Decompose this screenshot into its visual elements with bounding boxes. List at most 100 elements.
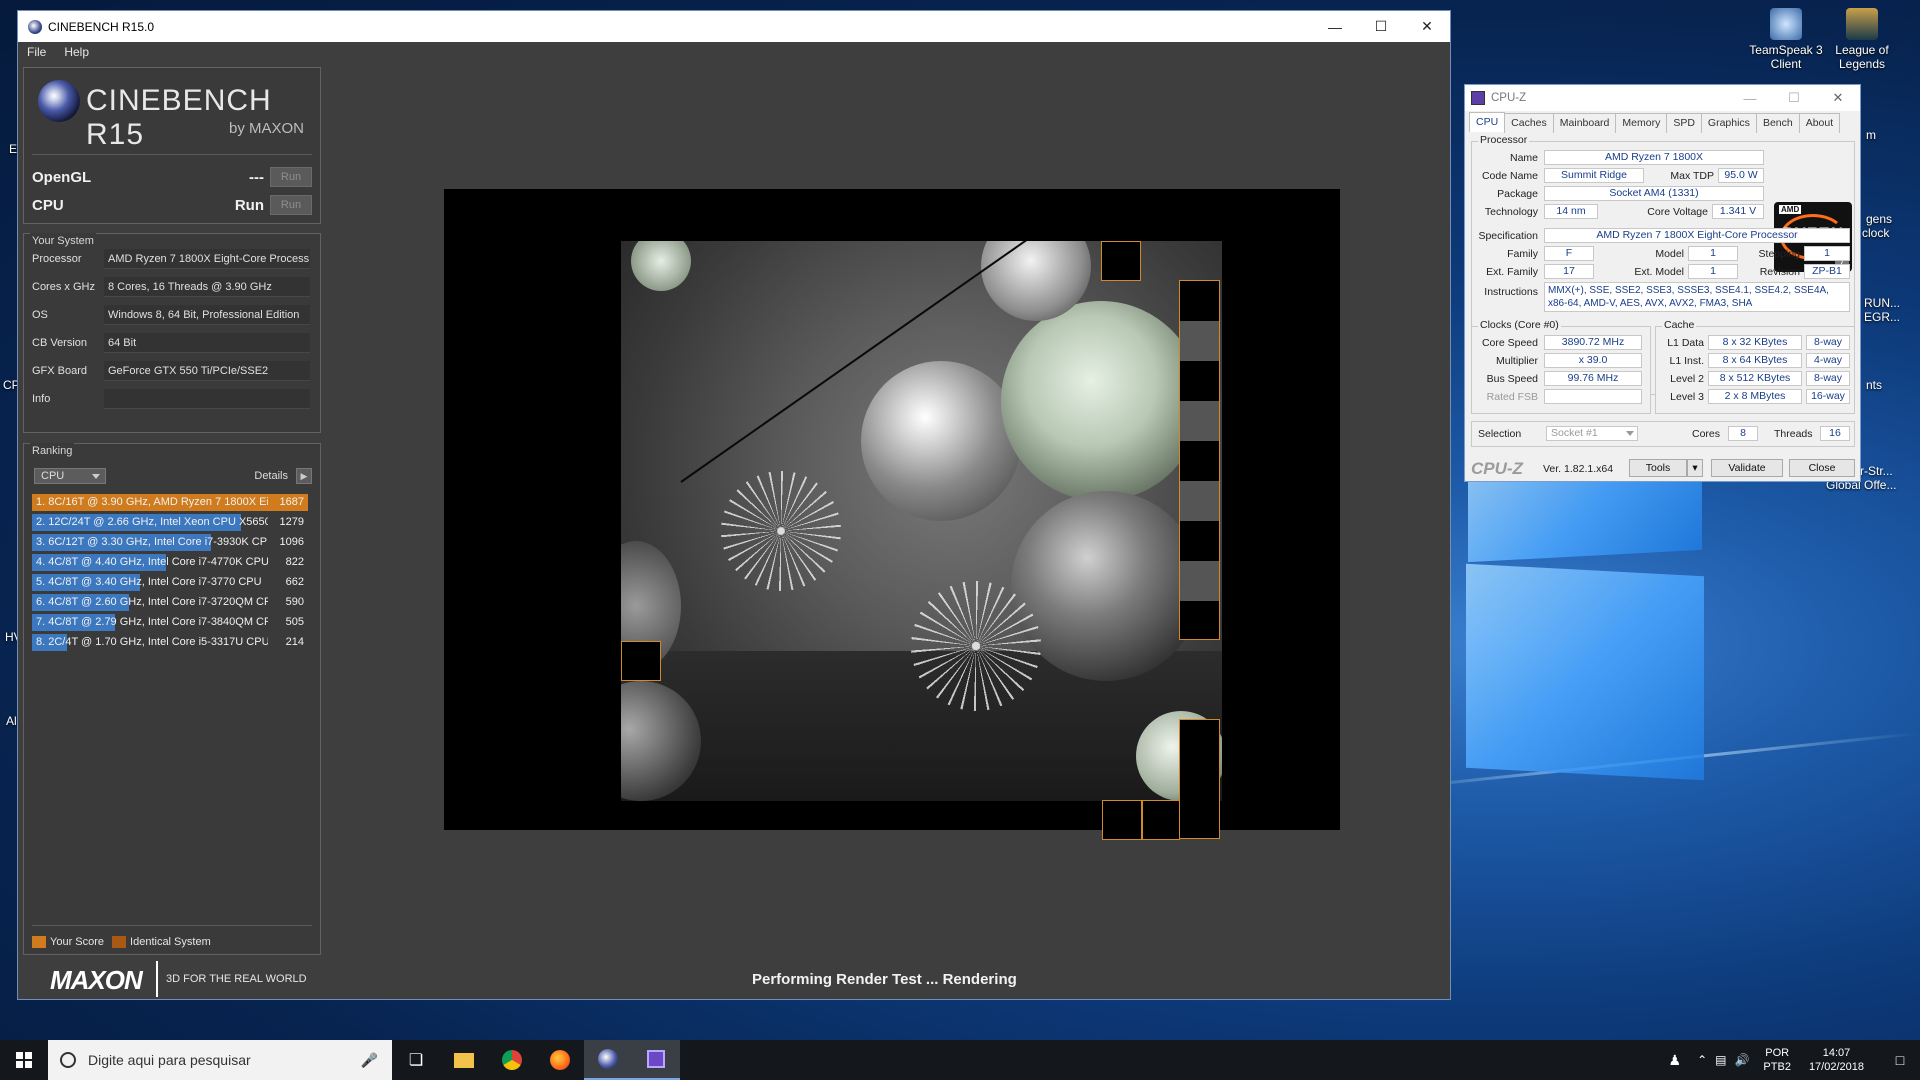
validate-button[interactable]: Validate	[1711, 459, 1783, 477]
group-title: Clocks (Core #0)	[1478, 319, 1561, 331]
tab-spd[interactable]: SPD	[1666, 113, 1702, 133]
sys-value: 64 Bit	[104, 333, 310, 353]
taskbar-search[interactable]: Digite aqui para pesquisar 🎤	[48, 1040, 392, 1080]
desktop-edge-label: gens	[1866, 212, 1893, 226]
close-dialog-button[interactable]: Close	[1789, 459, 1855, 477]
field-label: Name	[1509, 152, 1538, 164]
tab-memory[interactable]: Memory	[1615, 113, 1668, 133]
technology-value: 14 nm	[1544, 204, 1598, 219]
maximize-button[interactable]: ☐	[1772, 90, 1816, 106]
task-view-icon[interactable]: ❏	[392, 1040, 440, 1080]
info-field[interactable]	[104, 389, 310, 409]
desktop-icon-league[interactable]: League of Legends	[1820, 8, 1904, 71]
bench-value: ---	[249, 168, 264, 186]
language-indicator[interactable]: POR PTB2	[1763, 1046, 1791, 1074]
windows-icon	[16, 1052, 32, 1068]
minimize-button[interactable]: —	[1728, 91, 1772, 106]
cpuz-taskbar-icon[interactable]	[632, 1040, 680, 1080]
file-explorer-icon[interactable]	[440, 1040, 488, 1080]
cache-assoc-value: 4-way	[1806, 353, 1850, 368]
cinebench-logo-sub: by MAXON	[228, 120, 304, 137]
ranking-row[interactable]: 6. 4C/8T @ 2.60 GHz, Intel Core i7-3720Q…	[32, 594, 308, 611]
tab-graphics[interactable]: Graphics	[1700, 113, 1757, 133]
cinebench-taskbar-icon[interactable]	[584, 1040, 632, 1080]
window-title: CINEBENCH R15.0	[48, 19, 155, 34]
run-opengl-button[interactable]: Run	[270, 167, 312, 187]
cache-assoc-value: 16-way	[1806, 389, 1850, 404]
chevron-up-icon[interactable]: ⌃	[1697, 1053, 1707, 1067]
maximize-button[interactable]: ☐	[1358, 11, 1404, 42]
ranking-type-select[interactable]: CPU	[34, 468, 106, 484]
legend-label: Your Score	[50, 936, 105, 948]
menu-file[interactable]: File	[27, 45, 46, 59]
sys-row: CB Version 64 Bit	[32, 332, 310, 354]
firefox-icon[interactable]	[536, 1040, 584, 1080]
cache-level-label: Level 3	[1670, 391, 1704, 403]
cpuz-logo: CPU-Z	[1471, 459, 1523, 478]
cache-size-value: 8 x 64 KBytes	[1708, 353, 1802, 368]
field-label: Core Voltage	[1647, 206, 1708, 218]
tab-caches[interactable]: Caches	[1504, 113, 1554, 133]
cinebench-footer: MAXON 3D FOR THE REAL WORLD Performing R…	[18, 957, 1450, 999]
tab-mainboard[interactable]: Mainboard	[1552, 113, 1617, 133]
close-button[interactable]: ✕	[1816, 90, 1860, 106]
notifications-icon[interactable]: □	[1880, 1040, 1920, 1080]
tab-about[interactable]: About	[1798, 113, 1841, 133]
tools-button[interactable]: Tools	[1629, 459, 1687, 477]
identical-system-swatch	[112, 936, 127, 948]
render-bucket	[1102, 800, 1142, 840]
clocks-group: Clocks (Core #0) Core Speed 3890.72 MHz …	[1471, 319, 1651, 414]
menu-help[interactable]: Help	[64, 45, 89, 59]
ranking-row[interactable]: 7. 4C/8T @ 2.79 GHz, Intel Core i7-3840Q…	[32, 614, 308, 631]
cpuz-window: CPU-Z — ☐ ✕ CPU Caches Mainboard Memory …	[1464, 84, 1861, 482]
socket-select[interactable]: Socket #1	[1546, 426, 1638, 441]
cache-level-label: Level 2	[1670, 373, 1704, 385]
minimize-button[interactable]: —	[1312, 11, 1358, 42]
ext-family-value: 17	[1544, 264, 1594, 279]
tab-cpu[interactable]: CPU	[1469, 112, 1506, 132]
field-label: Model	[1655, 248, 1684, 260]
tools-dropdown-icon[interactable]: ▾	[1687, 459, 1703, 477]
desktop-edge-label: RUN...	[1864, 296, 1900, 310]
ranking-row[interactable]: 5. 4C/8T @ 3.40 GHz, Intel Core i7-3770 …	[32, 574, 308, 591]
sys-value: 8 Cores, 16 Threads @ 3.90 GHz	[104, 277, 310, 297]
sys-row: OS Windows 8, 64 Bit, Professional Editio…	[32, 304, 310, 326]
ranking-row[interactable]: 8. 2C/4T @ 1.70 GHz, Intel Core i5-3317U…	[32, 634, 308, 651]
sys-value: GeForce GTX 550 Ti/PCIe/SSE2	[104, 361, 310, 381]
ranking-row[interactable]: 4. 4C/8T @ 4.40 GHz, Intel Core i7-4770K…	[32, 554, 308, 571]
people-icon[interactable]: ♟	[1669, 1052, 1682, 1069]
sys-key: CB Version	[32, 337, 88, 349]
field-label: Ext. Model	[1634, 266, 1684, 278]
close-button[interactable]: ✕	[1404, 11, 1450, 42]
tab-bench[interactable]: Bench	[1755, 113, 1800, 133]
render-status: Performing Render Test ... Rendering	[752, 971, 1017, 988]
ranking-row[interactable]: 1. 8C/16T @ 3.90 GHz, AMD Ryzen 7 1800X …	[32, 494, 308, 511]
cache-size-value: 8 x 512 KBytes	[1708, 371, 1802, 386]
specification-value: AMD Ryzen 7 1800X Eight-Core Processor	[1544, 228, 1850, 243]
sys-value: AMD Ryzen 7 1800X Eight-Core Process	[104, 249, 310, 269]
cinebench-titlebar[interactable]: CINEBENCH R15.0 — ☐ ✕	[18, 11, 1450, 42]
volume-icon[interactable]: 🔊	[1734, 1053, 1749, 1067]
desktop-icon-teamspeak[interactable]: TeamSpeak 3 Client	[1744, 8, 1828, 71]
chrome-icon[interactable]	[488, 1040, 536, 1080]
field-label: Cores	[1692, 428, 1721, 440]
clock[interactable]: 14:07 17/02/2018	[1809, 1046, 1864, 1074]
panel-title: Your System	[30, 233, 96, 249]
ranking-label: 7. 4C/8T @ 2.79 GHz, Intel Core i7-3840Q…	[36, 616, 268, 628]
revision-value: ZP-B1	[1804, 264, 1850, 279]
sys-key: OS	[32, 309, 48, 321]
run-cpu-button[interactable]: Run	[270, 195, 312, 215]
ranking-row[interactable]: 2. 12C/24T @ 2.66 GHz, Intel Xeon CPU X5…	[32, 514, 308, 531]
render-buckets-column	[1179, 280, 1220, 640]
ranking-row[interactable]: 3. 6C/12T @ 3.30 GHz, Intel Core i7-3930…	[32, 534, 308, 551]
details-toggle[interactable]: Details ▶	[254, 468, 312, 484]
bench-row-cpu: CPU Run Run	[32, 194, 312, 216]
microphone-icon[interactable]: 🎤	[361, 1052, 378, 1069]
network-icon[interactable]: ▤	[1715, 1053, 1726, 1067]
ext-model-value: 1	[1688, 264, 1738, 279]
start-button[interactable]	[0, 1040, 48, 1080]
system-tray: ♟ ⌃ ▤ 🔊 POR PTB2 14:07 17/02/2018 □	[1669, 1040, 1920, 1080]
arrow-right-icon[interactable]: ▶	[296, 468, 312, 484]
cinebench-window: CINEBENCH R15.0 — ☐ ✕ File Help CINEBENC…	[17, 10, 1451, 1000]
cpuz-titlebar[interactable]: CPU-Z — ☐ ✕	[1465, 85, 1860, 111]
